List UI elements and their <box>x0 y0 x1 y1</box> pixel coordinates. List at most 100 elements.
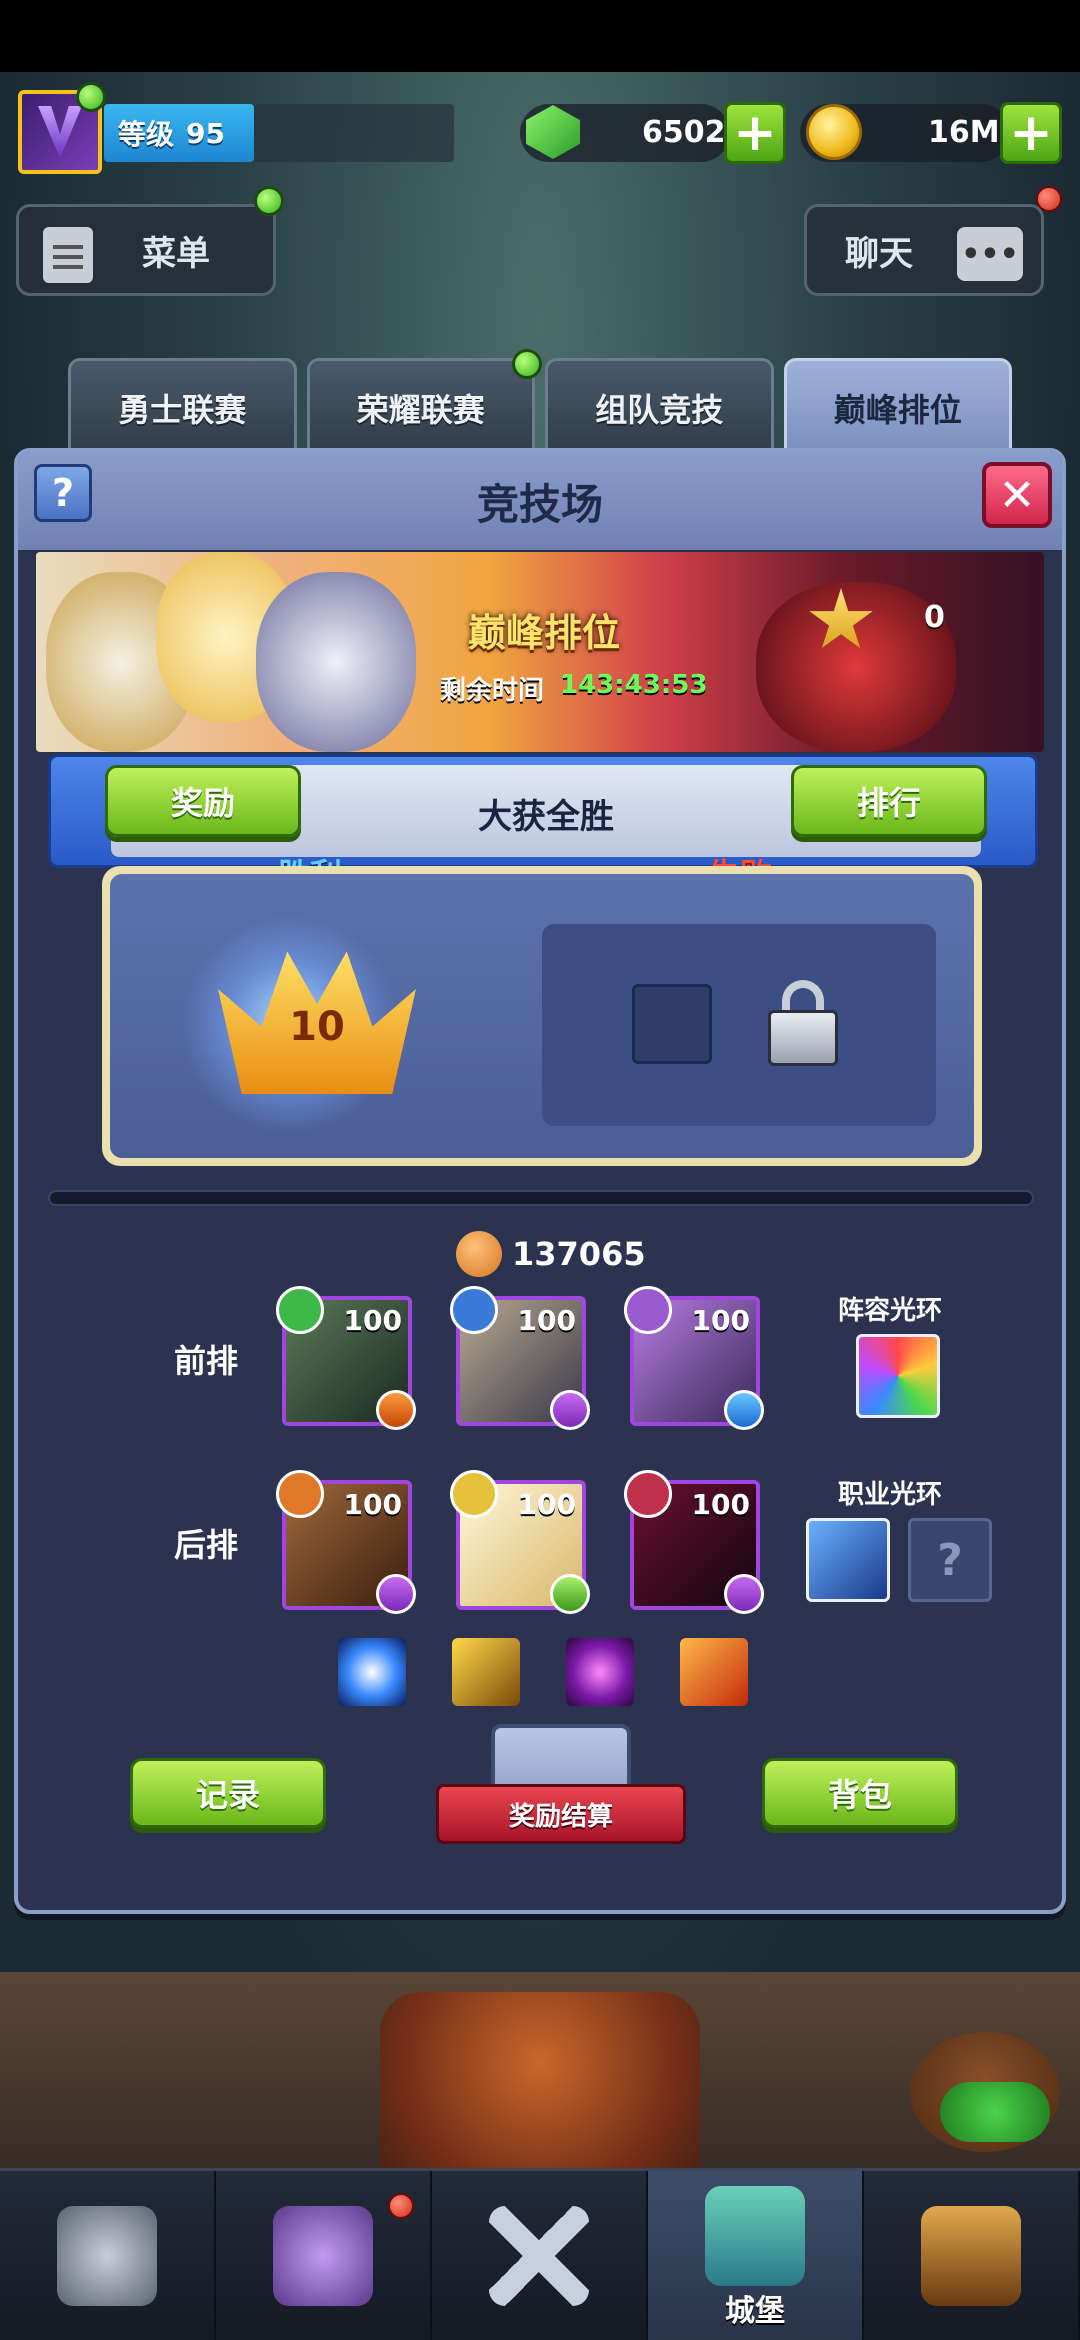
level-value: 95 <box>186 116 225 150</box>
chat-label: 聊天 <box>845 233 913 274</box>
background-tower <box>380 1992 700 2168</box>
hero-level: 100 <box>517 1488 576 1521</box>
reward-button[interactable]: 奖励 <box>105 765 301 837</box>
panel-header: ? 竞技场 ✕ <box>18 452 1062 550</box>
chest-icon <box>921 2205 1021 2306</box>
fist-power-icon <box>456 1231 502 1277</box>
hero-level: 100 <box>691 1304 750 1337</box>
bow-class-icon <box>724 1390 764 1430</box>
hero-slot-back-2[interactable]: 100 <box>450 1470 590 1614</box>
skill-fire-arrow-icon[interactable] <box>680 1638 748 1706</box>
win-count: 10 <box>289 1004 345 1050</box>
skill-light-orb-icon[interactable] <box>338 1638 406 1706</box>
gem-counter: 6502 <box>526 100 726 164</box>
heal-class-icon <box>550 1574 590 1614</box>
guild-notification-dot <box>388 2193 414 2219</box>
gold-count: 16M <box>928 114 1000 150</box>
tab-team-arena[interactable]: 组队竞技 <box>545 358 774 458</box>
claw-aura-icon[interactable] <box>806 1518 890 1602</box>
hud-bar <box>254 104 454 162</box>
tab-label: 勇士联赛 <box>118 391 247 429</box>
result-box: 10 <box>102 866 982 1166</box>
tab-peak-ranking[interactable]: 巅峰排位 <box>783 358 1012 458</box>
menu-list-icon <box>43 227 93 283</box>
tab-glory-league[interactable]: 荣耀联赛 <box>306 349 542 458</box>
avatar-notification-dot <box>76 82 106 112</box>
help-icon: ? <box>51 471 75 515</box>
reward-settle-button[interactable]: 奖励结算 <box>436 1724 686 1874</box>
chat-button[interactable]: 聊天 ••• <box>804 204 1044 296</box>
holy-faction-icon <box>450 1286 498 1334</box>
nav-castle-label: 城堡 <box>725 2294 785 2329</box>
reward-settle-ribbon: 奖励结算 <box>436 1784 686 1844</box>
hero-level: 100 <box>691 1488 750 1521</box>
help-button[interactable]: ? <box>34 464 92 522</box>
back-row-label: 后排 <box>174 1526 239 1564</box>
level-pill: 等级 95 <box>104 104 254 162</box>
time-remaining-value: 143:43:53 <box>560 670 708 700</box>
tab-label: 巅峰排位 <box>833 391 962 429</box>
beast-faction-icon <box>276 1470 324 1518</box>
hero-level: 100 <box>343 1304 402 1337</box>
defeat-slot <box>632 984 712 1064</box>
tab-warrior-league[interactable]: 勇士联赛 <box>68 358 297 458</box>
skill-runner-icon[interactable] <box>452 1638 520 1706</box>
tab-notification-dot <box>512 349 542 379</box>
gem-pile <box>940 2082 1050 2142</box>
status-bar <box>0 0 1080 72</box>
hero-slot-front-1[interactable]: 100 <box>276 1286 416 1430</box>
hero-slot-front-3[interactable]: 100 <box>624 1286 764 1430</box>
add-gold-button[interactable]: + <box>1000 102 1062 164</box>
banner-hero-art <box>256 572 416 752</box>
castle-icon <box>705 2185 805 2286</box>
knight-helmet-icon <box>57 2205 157 2306</box>
crossed-swords-icon <box>489 2205 589 2306</box>
menu-button[interactable]: 菜单 <box>16 204 276 296</box>
team-aura-icon[interactable] <box>856 1334 940 1418</box>
claw-class-icon <box>376 1574 416 1614</box>
rank-points: 0 <box>924 600 945 635</box>
claw-class-icon <box>724 1574 764 1614</box>
panel-title: 竞技场 <box>476 479 603 529</box>
front-row-label: 前排 <box>174 1342 239 1380</box>
menu-notification-dot <box>254 186 284 216</box>
team-power: 137065 <box>456 1226 646 1282</box>
arena-panel: ? 竞技场 ✕ 巅峰排位 剩余时间 143:43:53 0 大获全胜 奖励 排行… <box>14 448 1066 1914</box>
lock-icon <box>768 980 838 1068</box>
dark-faction-icon <box>624 1470 672 1518</box>
add-gems-button[interactable]: + <box>724 102 786 164</box>
backpack-button[interactable]: 背包 <box>762 1758 958 1828</box>
nav-guild[interactable] <box>216 2171 432 2340</box>
guild-icon <box>273 2205 373 2306</box>
time-remaining-label: 剩余时间 <box>440 676 545 706</box>
light-faction-icon <box>450 1470 498 1518</box>
hero-slot-back-1[interactable]: 100 <box>276 1470 416 1614</box>
gem-icon <box>526 105 580 159</box>
unknown-aura-icon[interactable]: ? <box>908 1518 992 1602</box>
menu-label: 菜单 <box>142 233 210 274</box>
hero-slot-front-2[interactable]: 100 <box>450 1286 590 1430</box>
banner-title: 巅峰排位 <box>468 611 621 655</box>
arena-mode-tabs: 勇士联赛 荣耀联赛 组队竞技 巅峰排位 <box>68 349 1012 458</box>
records-button-label: 记录 <box>195 1776 260 1814</box>
ranking-button[interactable]: 排行 <box>791 765 987 837</box>
close-button[interactable]: ✕ <box>982 462 1052 528</box>
defeat-slots <box>542 924 936 1126</box>
progress-divider <box>48 1190 1034 1206</box>
gem-count: 6502 <box>642 114 726 150</box>
fist-class-icon <box>376 1390 416 1430</box>
level-label: 等级 <box>118 118 175 151</box>
team-aura-label: 阵容光环 <box>838 1296 943 1326</box>
skill-purple-heal-icon[interactable] <box>566 1638 634 1706</box>
nav-battle[interactable] <box>432 2171 648 2340</box>
hero-level: 100 <box>343 1488 402 1521</box>
hero-slot-back-3[interactable]: 100 <box>624 1470 764 1614</box>
nav-castle[interactable]: 城堡 <box>648 2171 864 2340</box>
nav-inventory[interactable] <box>864 2171 1080 2340</box>
clover-faction-icon <box>624 1286 672 1334</box>
unknown-aura-mark: ? <box>937 1534 963 1586</box>
close-icon: ✕ <box>998 469 1036 521</box>
records-button[interactable]: 记录 <box>130 1758 326 1828</box>
nav-heroes[interactable] <box>0 2171 216 2340</box>
team-power-value: 137065 <box>512 1235 646 1273</box>
